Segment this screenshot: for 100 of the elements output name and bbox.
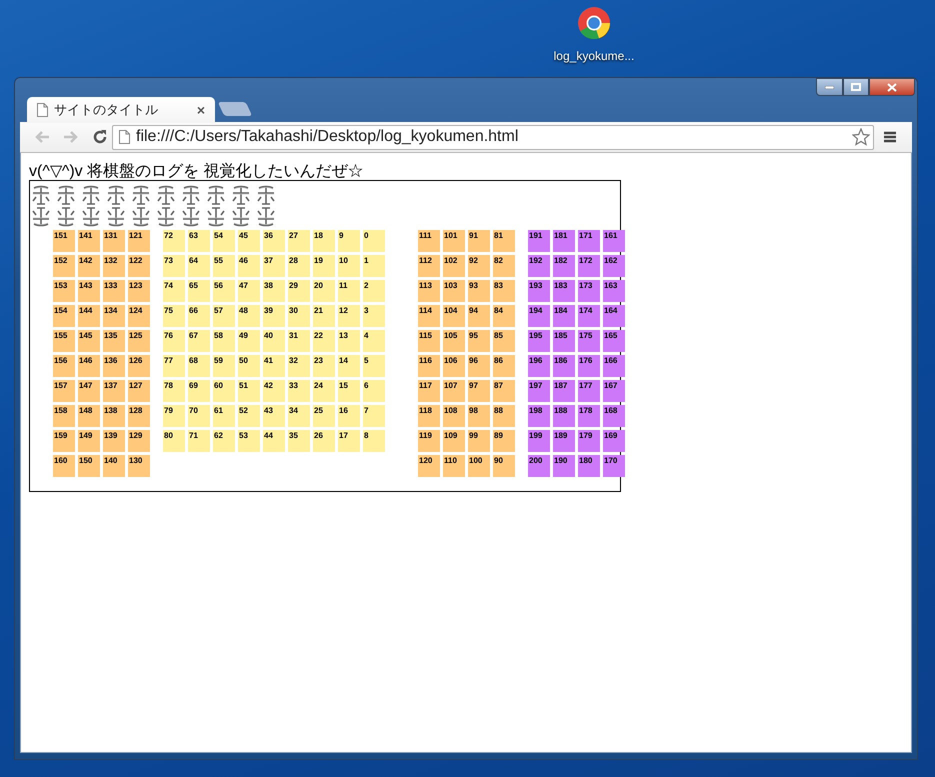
board-cell: 191 (528, 230, 550, 252)
board-cell: 49 (238, 330, 260, 352)
browser-logo-icon[interactable] (577, 6, 611, 40)
close-button[interactable] (869, 78, 915, 96)
board-cell: 134 (103, 305, 125, 327)
board-cell: 80 (163, 430, 185, 452)
desktop-icon-label[interactable]: log_kyokume... (554, 47, 634, 65)
board-cell: 186 (553, 355, 575, 377)
close-icon (887, 82, 897, 92)
board-cell: 50 (238, 355, 260, 377)
shogi-piece-icon[interactable] (155, 206, 177, 228)
board-cell: 73 (163, 255, 185, 277)
shogi-piece-icon[interactable] (255, 184, 277, 206)
board-cell: 156 (53, 355, 75, 377)
board-cell: 197 (528, 380, 550, 402)
new-tab-button[interactable] (218, 102, 252, 116)
shogi-piece-icon[interactable] (55, 184, 77, 206)
board-cell: 178 (578, 405, 600, 427)
board-cell: 67 (188, 330, 210, 352)
board-cell: 18 (313, 230, 335, 252)
board-cell: 112 (418, 255, 440, 277)
board-cell: 192 (528, 255, 550, 277)
shogi-piece-icon[interactable] (130, 206, 152, 228)
board-cell: 2 (363, 280, 385, 302)
board-cell: 93 (468, 280, 490, 302)
board-cell: 152 (53, 255, 75, 277)
browser-tab[interactable]: サイトのタイトル × (27, 97, 215, 123)
minimize-button[interactable] (816, 78, 843, 96)
board-cell: 163 (603, 280, 625, 302)
board-cell: 76 (163, 330, 185, 352)
shogi-piece-icon[interactable] (255, 206, 277, 228)
board-cell: 43 (263, 405, 285, 427)
board-cell: 0 (363, 230, 385, 252)
star-icon[interactable] (852, 128, 870, 146)
board-cell: 15 (338, 380, 360, 402)
board-cell: 146 (78, 355, 100, 377)
board-cell: 128 (128, 405, 150, 427)
tab-close-button[interactable]: × (196, 103, 205, 117)
reload-icon[interactable] (92, 129, 108, 145)
board-cell: 200 (528, 455, 550, 477)
board-cell: 122 (128, 255, 150, 277)
board-cell: 94 (468, 305, 490, 327)
board-cell: 84 (493, 305, 515, 327)
board-cell: 166 (603, 355, 625, 377)
board-cell: 117 (418, 380, 440, 402)
board-cell: 42 (263, 380, 285, 402)
board-cell: 194 (528, 305, 550, 327)
board-cell: 107 (443, 380, 465, 402)
shogi-piece-icon[interactable] (80, 184, 102, 206)
board-cell: 70 (188, 405, 210, 427)
board-cell: 105 (443, 330, 465, 352)
board-cell: 20 (313, 280, 335, 302)
board-cell: 32 (288, 355, 310, 377)
board-cell: 179 (578, 430, 600, 452)
board-cell: 142 (78, 255, 100, 277)
board-cell: 38 (263, 280, 285, 302)
board-cell: 115 (418, 330, 440, 352)
board-cell: 188 (553, 405, 575, 427)
page-heading: v(^▽^)v 将棋盤のログを 視覚化したいんだぜ☆ (29, 162, 364, 181)
board-cell: 137 (103, 380, 125, 402)
board-cell: 173 (578, 280, 600, 302)
board-cell: 103 (443, 280, 465, 302)
shogi-piece-icon[interactable] (55, 206, 77, 228)
shogi-piece-icon[interactable] (30, 184, 52, 206)
board-cell: 31 (288, 330, 310, 352)
board-cell: 79 (163, 405, 185, 427)
board-cell: 33 (288, 380, 310, 402)
address-bar[interactable]: file:///C:/Users/Takahashi/Desktop/log_kyokumen.html (112, 124, 874, 150)
menu-icon[interactable] (884, 131, 896, 143)
shogi-piece-icon[interactable] (205, 184, 227, 206)
board-cell: 62 (213, 430, 235, 452)
board-cell: 160 (53, 455, 75, 477)
board-cell: 198 (528, 405, 550, 427)
shogi-piece-icon[interactable] (30, 206, 52, 228)
board-cell: 27 (288, 230, 310, 252)
shogi-piece-icon[interactable] (230, 206, 252, 228)
shogi-piece-icon[interactable] (205, 206, 227, 228)
board-cell: 116 (418, 355, 440, 377)
maximize-button[interactable] (843, 78, 869, 96)
shogi-piece-icon[interactable] (155, 184, 177, 206)
board-cell: 90 (493, 455, 515, 477)
board-cell: 98 (468, 405, 490, 427)
board-cell: 22 (313, 330, 335, 352)
shogi-piece-icon[interactable] (180, 184, 202, 206)
board-cell: 148 (78, 405, 100, 427)
board-cell: 11 (338, 280, 360, 302)
shogi-piece-icon[interactable] (105, 184, 127, 206)
shogi-piece-icon[interactable] (130, 184, 152, 206)
board-cell: 21 (313, 305, 335, 327)
board-cell: 74 (163, 280, 185, 302)
tab-title: サイトのタイトル (54, 101, 158, 120)
board-cell: 180 (578, 455, 600, 477)
shogi-piece-icon[interactable] (180, 206, 202, 228)
shogi-piece-icon[interactable] (230, 184, 252, 206)
shogi-piece-icon[interactable] (105, 206, 127, 228)
shogi-piece-icon[interactable] (80, 206, 102, 228)
board-cell: 119 (418, 430, 440, 452)
board-cell: 24 (313, 380, 335, 402)
board-cell: 85 (493, 330, 515, 352)
board-cell: 195 (528, 330, 550, 352)
